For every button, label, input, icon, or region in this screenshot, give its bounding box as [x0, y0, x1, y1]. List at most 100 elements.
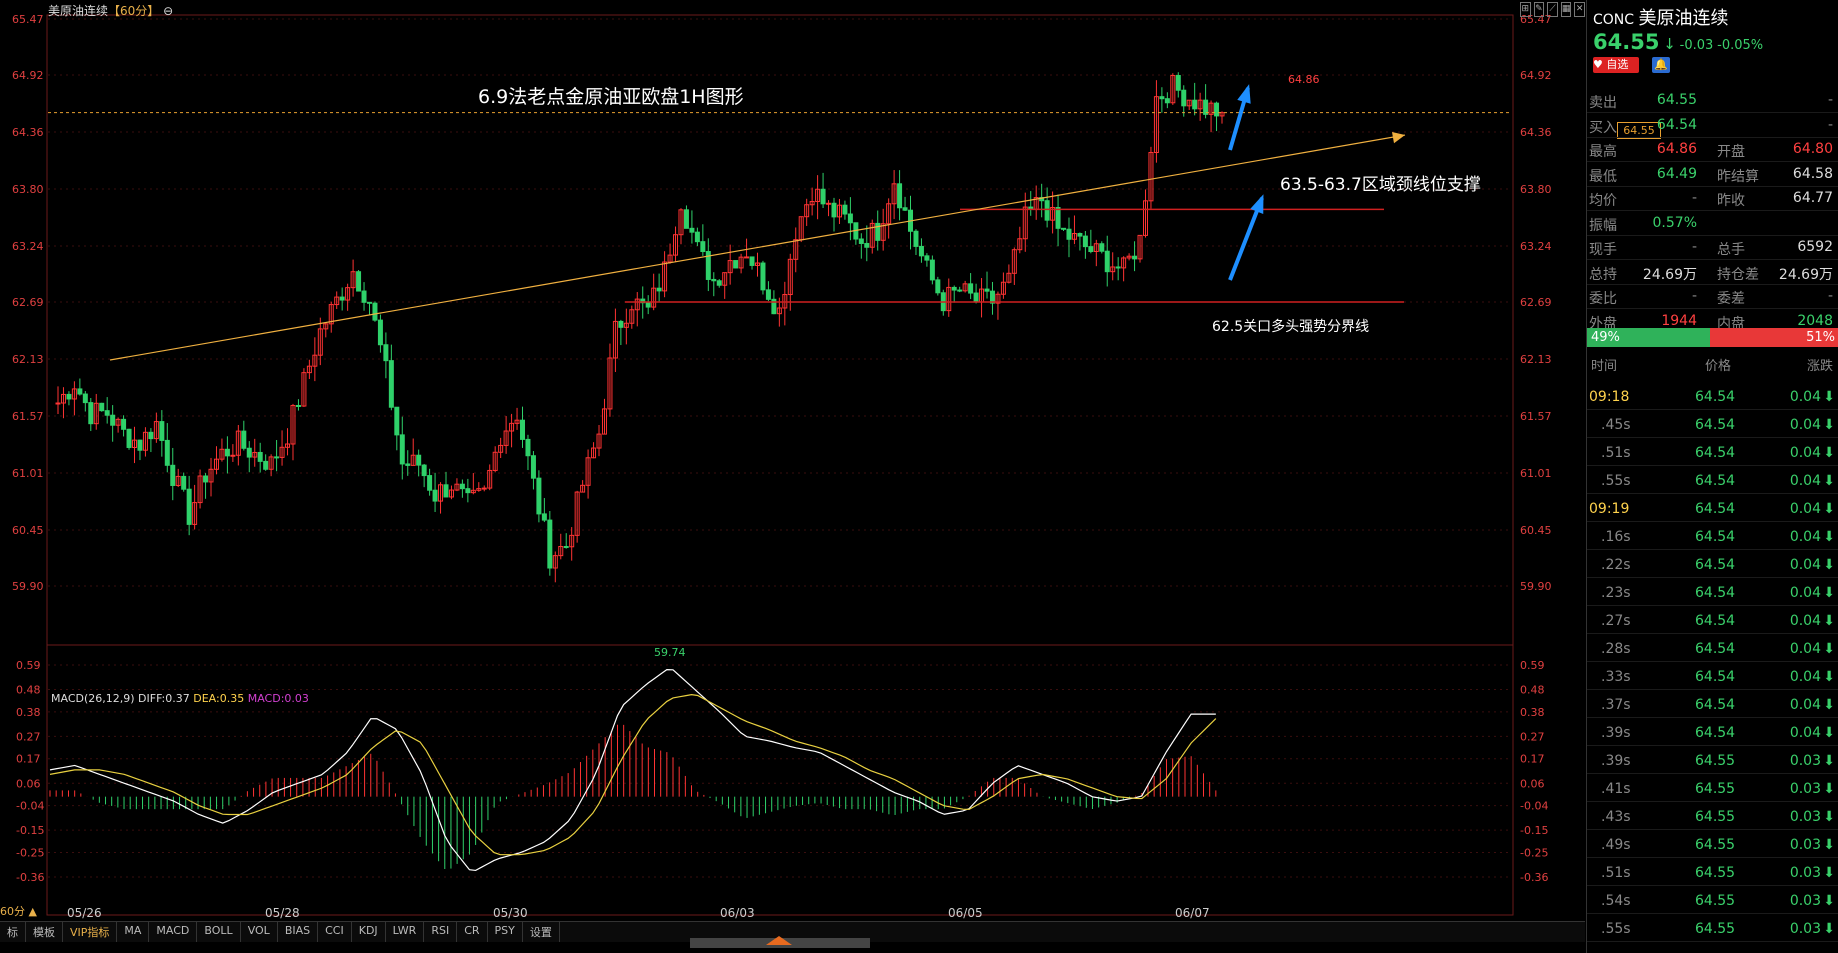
indicator-tab[interactable]: RSI — [424, 922, 458, 942]
tick-row: .27s 64.54 0.04 ⬇ — [1587, 609, 1838, 634]
macd-label: MACD(26,12,9) — [51, 692, 135, 705]
tick-change: 0.04 — [1789, 585, 1821, 601]
indicator-tab[interactable]: 设置 — [523, 922, 560, 942]
indicator-tab[interactable]: BOLL — [197, 922, 241, 942]
quote-name: 美原油连续 — [1638, 8, 1729, 29]
chart-symbol: 美原油连续 — [48, 4, 109, 18]
price-axis-label-left: 62.13 — [12, 353, 44, 366]
tick-time: .51s — [1601, 865, 1631, 881]
tick-change: 0.04 — [1789, 557, 1821, 573]
line-icon[interactable]: ⟋ — [1547, 2, 1558, 17]
tick-change: 0.03 — [1789, 837, 1821, 853]
candle-body — [765, 289, 771, 300]
tick-price: 64.54 — [1695, 725, 1736, 741]
candle-body — [481, 487, 487, 490]
macd-axis-label-right: 0.27 — [1520, 730, 1545, 743]
down-arrow-icon: ⬇ — [1823, 585, 1835, 601]
indicator-tab[interactable]: VOL — [241, 922, 278, 942]
price-axis-label-right: 61.57 — [1520, 410, 1552, 423]
tick-header-change: 涨跌 — [1807, 359, 1834, 374]
tick-time: .45s — [1601, 417, 1631, 433]
candle-body — [1088, 246, 1094, 253]
tick-price: 64.54 — [1695, 389, 1736, 405]
candle-body — [416, 454, 422, 466]
quote-label: 开盘 — [1717, 144, 1745, 160]
candle-body — [77, 388, 83, 395]
date-axis-label: 05/28 — [265, 906, 300, 920]
add-watchlist-button[interactable]: ♥ 自选 — [1593, 57, 1639, 73]
tick-change: 0.03 — [1789, 809, 1821, 825]
indicator-tab[interactable]: KDJ — [352, 922, 386, 942]
candle-body — [957, 289, 963, 292]
kline-svg[interactable]: 65.47 65.4764.92 64.9264.36 64.3663.80 63.80… — [0, 0, 1585, 953]
tick-row: .51s 64.54 0.04 ⬇ — [1587, 441, 1838, 466]
kline-chart-area[interactable]: 65.47 65.47 64.92 64.92 64.36 64.36 63.80 63.80… — [0, 0, 1661, 953]
quote-price-line: 64.55 ↓ -0.03 -0.05% — [1593, 30, 1763, 54]
quote-row: 卖出 64.55 - — [1587, 88, 1838, 113]
quote-label: 卖出 — [1589, 95, 1617, 111]
down-arrow-icon: ⬇ — [1823, 389, 1835, 405]
indicator-tab[interactable]: MACD — [149, 922, 198, 942]
date-axis-label: 06/03 — [720, 906, 755, 920]
indicator-tab[interactable]: VIP指标 — [63, 922, 118, 942]
indicator-tab[interactable]: 模板 — [26, 922, 63, 942]
candle-body — [88, 402, 94, 425]
tick-row: .33s 64.54 0.04 ⬇ — [1587, 665, 1838, 690]
down-arrow-icon: ↓ — [1663, 35, 1676, 53]
down-arrow-icon: ⬇ — [1823, 725, 1835, 741]
quote-value: 64.58 — [1792, 165, 1833, 182]
date-axis-label: 06/05 — [948, 906, 983, 920]
tick-price: 64.54 — [1695, 669, 1736, 685]
quote-value: 64.54 — [1656, 116, 1697, 133]
indicator-tab[interactable]: 标 — [0, 922, 26, 942]
indicator-tab[interactable]: CR — [457, 922, 488, 942]
candle-body — [530, 455, 536, 479]
candle-body — [383, 344, 389, 362]
down-arrow-icon: ⬇ — [1823, 417, 1835, 433]
period-selector[interactable]: 60分 ▲ — [0, 903, 37, 919]
candle-body — [66, 393, 72, 400]
scroll-position-marker[interactable] — [766, 936, 792, 945]
quote-label: 昨收 — [1717, 193, 1745, 209]
close-icon[interactable]: ✕ — [1574, 2, 1585, 17]
quote-label: 持仓差 — [1717, 266, 1759, 283]
candle-body — [864, 242, 870, 248]
candle-body — [55, 402, 61, 405]
bell-icon[interactable]: 🔔 — [1652, 57, 1670, 73]
indicator-tab[interactable]: MA — [117, 922, 150, 942]
tick-row: 09:19 64.54 0.04 ⬇ — [1587, 497, 1838, 522]
price-axis-label-right: 59.90 — [1520, 580, 1552, 593]
candle-body — [361, 290, 367, 303]
tick-time: .49s — [1601, 837, 1631, 853]
indicator-tab[interactable]: CCI — [318, 922, 352, 942]
candle-body — [700, 241, 706, 253]
tick-row: .43s 64.55 0.03 ⬇ — [1587, 805, 1838, 830]
candle-body — [826, 202, 832, 205]
period-zoom-icon[interactable]: ⊖ — [163, 4, 173, 18]
chart-period[interactable]: 【60分】 — [108, 4, 159, 18]
tick-row: .55s 64.55 0.03 ⬇ — [1587, 917, 1838, 942]
macd-legend: MACD(26,12,9) DIFF:0.37 DEA:0.35 MACD:0.… — [51, 692, 309, 705]
quote-value: 64.55 — [1656, 92, 1697, 108]
trend-arrowhead — [1392, 131, 1405, 144]
indicator-tab[interactable]: LWR — [386, 922, 425, 942]
quote-value: - — [1691, 288, 1697, 304]
draw-icon[interactable]: ✎ — [1533, 2, 1545, 17]
quote-label: 委差 — [1717, 291, 1745, 307]
candle-body — [716, 280, 722, 286]
crosshair-icon[interactable]: ⊞ — [1520, 2, 1531, 17]
quote-value: 1944 — [1661, 312, 1697, 329]
down-arrow-icon: ⬇ — [1823, 669, 1835, 685]
candle-body — [1044, 200, 1050, 221]
candle-body — [104, 410, 110, 416]
quote-value: - — [1691, 239, 1697, 255]
price-axis-label-right: 63.24 — [1520, 240, 1552, 253]
indicator-tab[interactable]: PSY — [488, 922, 523, 942]
candle-body — [1055, 207, 1061, 229]
candle-body — [459, 483, 465, 490]
tick-change: 0.04 — [1789, 501, 1821, 517]
candle-body — [388, 360, 394, 408]
indicator-tab[interactable]: BIAS — [278, 922, 319, 942]
candle-body — [563, 545, 569, 548]
grid-icon[interactable]: ▦ — [1560, 2, 1572, 17]
